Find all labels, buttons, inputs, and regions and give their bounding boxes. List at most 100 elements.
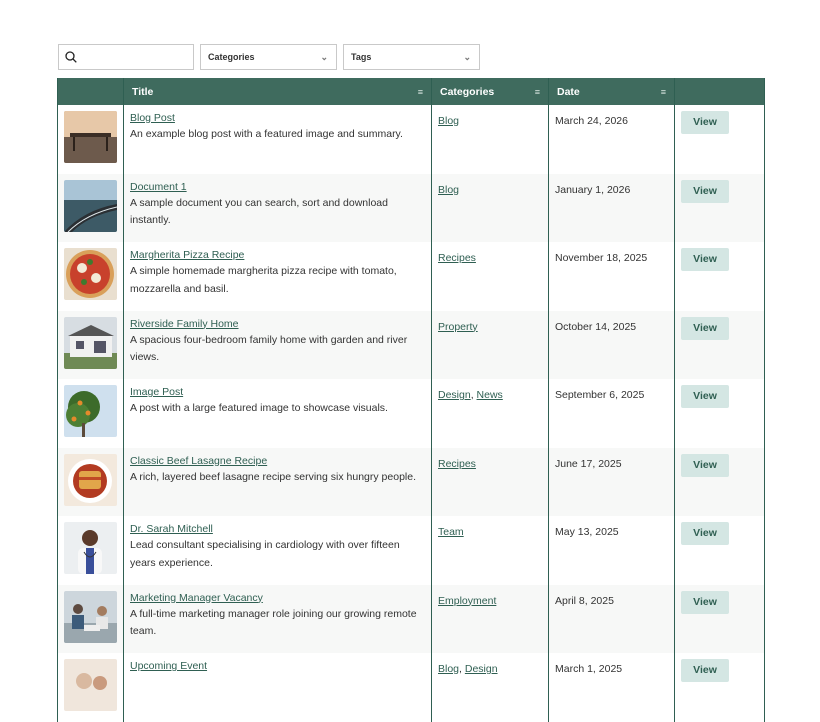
view-button[interactable]: View: [681, 522, 729, 545]
thumbnail-image[interactable]: [64, 453, 117, 506]
categories-dropdown-label: Categories: [208, 52, 255, 62]
view-button[interactable]: View: [681, 111, 729, 134]
row-date-cell: November 18, 2025: [549, 242, 675, 311]
header-image: [58, 78, 124, 105]
table-row: Dr. Sarah Mitchell Lead consultant specia…: [58, 516, 764, 585]
row-title-link[interactable]: Upcoming Event: [130, 659, 425, 674]
header-title[interactable]: Title ≡: [124, 78, 432, 105]
row-description: A simple homemade margherita pizza recip…: [130, 265, 397, 295]
row-action-cell: View: [675, 105, 764, 174]
header-title-label: Title: [132, 85, 154, 98]
chevron-down-icon: ⌄: [463, 51, 471, 62]
search-input[interactable]: [58, 44, 194, 70]
category-link[interactable]: Team: [438, 526, 464, 538]
row-title-cell: Riverside Family Home A spacious four-bed…: [124, 310, 432, 379]
row-action-cell: View: [675, 653, 764, 722]
row-action-cell: View: [675, 242, 764, 311]
row-title-cell: Upcoming Event: [124, 653, 432, 722]
row-date-cell: March 24, 2026: [549, 105, 675, 174]
table-row: Marketing Manager Vacancy A full-time mar…: [58, 584, 764, 654]
sort-icon[interactable]: ≡: [535, 87, 540, 97]
view-button[interactable]: View: [681, 248, 729, 271]
category-link[interactable]: Design: [465, 663, 498, 675]
row-title-cell: Blog Post An example blog post with a fea…: [124, 105, 432, 174]
tags-dropdown-label: Tags: [351, 52, 372, 62]
table-header: Title ≡ Categories ≡ Date ≡: [58, 78, 764, 105]
thumbnail-image[interactable]: [64, 590, 117, 643]
row-title-link[interactable]: Marketing Manager Vacancy: [130, 591, 425, 606]
thumbnail-image[interactable]: [64, 248, 117, 300]
row-title-link[interactable]: Dr. Sarah Mitchell: [130, 522, 425, 537]
category-link[interactable]: Property: [438, 321, 478, 333]
header-categories-label: Categories: [440, 85, 495, 98]
table-row: Classic Beef Lasagne Recipe A rich, layer…: [58, 447, 764, 517]
row-date: October 14, 2025: [555, 320, 637, 333]
row-date: March 1, 2025: [555, 663, 623, 675]
row-title-link[interactable]: Classic Beef Lasagne Recipe: [130, 454, 425, 469]
row-title-cell: Marketing Manager Vacancy A full-time mar…: [124, 584, 432, 653]
view-button[interactable]: View: [681, 179, 729, 203]
row-action-cell: View: [675, 585, 764, 654]
row-description: Lead consultant specialising in cardiolo…: [130, 539, 400, 569]
row-categories-cell: Property: [432, 310, 549, 379]
view-button[interactable]: View: [681, 659, 729, 682]
thumbnail-image[interactable]: [64, 316, 117, 369]
row-image-cell: [58, 516, 124, 585]
header-date[interactable]: Date ≡: [549, 78, 675, 105]
header-categories[interactable]: Categories ≡: [432, 78, 549, 105]
row-title-link[interactable]: Blog Post: [130, 111, 425, 126]
thumbnail-image[interactable]: [64, 179, 118, 232]
thumbnail-image[interactable]: [64, 522, 117, 574]
row-description: An example blog post with a featured ima…: [130, 128, 403, 140]
category-link[interactable]: Design: [438, 389, 471, 401]
category-link[interactable]: Blog: [438, 115, 459, 127]
row-image-cell: [58, 584, 124, 653]
row-date-cell: April 8, 2025: [549, 584, 675, 653]
category-link[interactable]: Employment: [438, 595, 496, 607]
category-link[interactable]: Recipes: [438, 458, 476, 470]
thumbnail-image[interactable]: [64, 659, 117, 711]
sort-icon[interactable]: ≡: [418, 87, 423, 97]
tags-dropdown[interactable]: Tags ⌄: [343, 44, 480, 70]
row-date-cell: March 1, 2025: [549, 653, 675, 722]
row-title-link[interactable]: Document 1: [130, 180, 425, 195]
category-link[interactable]: News: [477, 389, 503, 401]
row-image-cell: [58, 242, 124, 311]
row-date: April 8, 2025: [555, 594, 614, 607]
row-action-cell: View: [675, 311, 764, 380]
row-description: A rich, layered beef lasagne recipe serv…: [130, 470, 417, 483]
row-title-cell: Image Post A post with a large featured i…: [124, 379, 432, 448]
row-categories-cell: Design, News: [432, 379, 549, 448]
chevron-down-icon: ⌄: [320, 51, 328, 62]
row-action-cell: View: [675, 448, 764, 517]
thumbnail-image[interactable]: [64, 111, 117, 163]
view-button[interactable]: View: [681, 590, 729, 614]
table-row: Riverside Family Home A spacious four-bed…: [58, 310, 764, 380]
row-action-cell: View: [675, 379, 764, 448]
view-button[interactable]: View: [681, 316, 729, 340]
row-title-cell: Document 1A sample document you can sear…: [124, 173, 432, 242]
row-title-link[interactable]: Margherita Pizza Recipe: [130, 248, 425, 263]
row-date-cell: June 17, 2025: [549, 447, 675, 516]
row-image-cell: [58, 173, 124, 242]
row-date: September 6, 2025: [555, 389, 645, 401]
row-title-link[interactable]: Image Post: [130, 385, 425, 400]
row-categories-cell: Blog: [432, 173, 549, 242]
thumbnail-image[interactable]: [64, 385, 117, 437]
header-actions: [675, 78, 764, 105]
category-link[interactable]: Blog: [438, 184, 459, 196]
table-row: Image Post A post with a large featured i…: [58, 379, 764, 448]
category-link[interactable]: Blog: [438, 663, 459, 675]
categories-dropdown[interactable]: Categories ⌄: [200, 44, 337, 70]
sort-icon[interactable]: ≡: [661, 87, 666, 97]
view-button[interactable]: View: [681, 453, 729, 477]
row-categories-cell: Employment: [432, 584, 549, 653]
table-row: Margherita Pizza Recipe A simple homemade…: [58, 242, 764, 311]
table-row: Blog Post An example blog post with a fea…: [58, 105, 764, 174]
table-body: Blog Post An example blog post with a fea…: [58, 105, 764, 722]
category-link[interactable]: Recipes: [438, 252, 476, 264]
view-button[interactable]: View: [681, 385, 729, 408]
row-categories-cell: Blog, Design: [432, 653, 549, 722]
row-title-link[interactable]: Riverside Family Home: [130, 317, 425, 332]
row-description: A full-time marketing manager role joini…: [130, 607, 417, 638]
